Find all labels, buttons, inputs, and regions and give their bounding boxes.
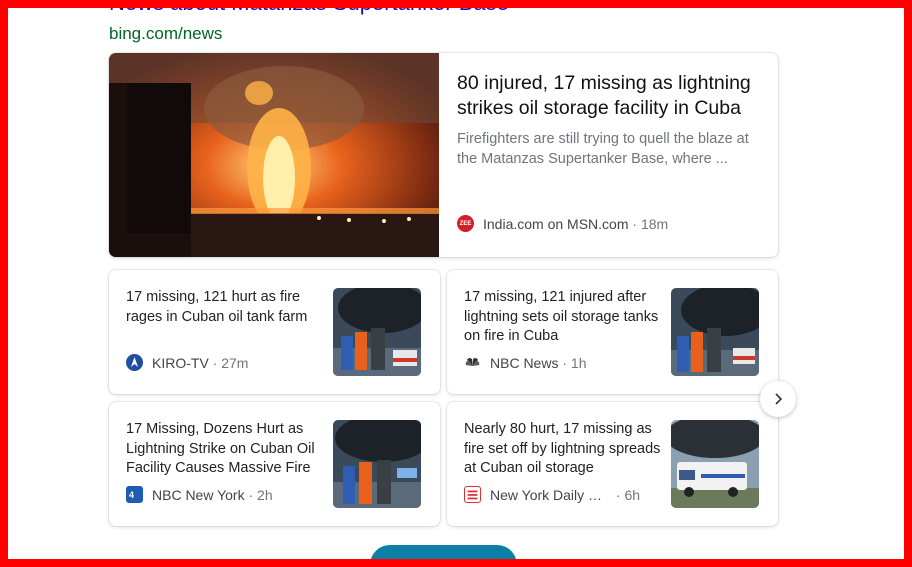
- news-card-headline[interactable]: 17 missing, 121 hurt as fire rages in Cu…: [126, 288, 326, 327]
- firefighters-thumbnail: [333, 288, 421, 376]
- hero-news-card[interactable]: 80 injured, 17 missing as lightning stri…: [109, 53, 778, 257]
- kiro-logo-icon: [126, 354, 143, 371]
- hero-headline[interactable]: 80 injured, 17 missing as lightning stri…: [457, 71, 767, 121]
- see-more-button[interactable]: [370, 545, 517, 567]
- news-card-source: NBC News: [490, 354, 559, 371]
- nbc-new-york-icon: 4: [126, 486, 143, 503]
- news-card-meta: New York Daily News · 6h: [464, 486, 640, 503]
- section-title-link[interactable]: News about Matanzas Supertanker Base: [109, 0, 509, 16]
- news-card-source: New York Daily News: [490, 486, 612, 503]
- news-card-meta: KIRO-TV · 27m: [126, 354, 248, 371]
- carousel-next-button[interactable]: [760, 381, 796, 417]
- daily-news-icon: [464, 486, 481, 503]
- news-card-4[interactable]: Nearly 80 hurt, 17 missing as fire set o…: [447, 402, 778, 526]
- ambulance-thumbnail: [671, 420, 759, 508]
- zee-logo-icon: ZEE: [457, 215, 474, 232]
- hero-time: · 18m: [632, 215, 669, 232]
- hero-source: India.com on MSN.com: [483, 215, 629, 232]
- news-card-1[interactable]: 17 missing, 121 hurt as fire rages in Cu…: [109, 270, 440, 394]
- firefighters-thumbnail: [671, 288, 759, 376]
- source-url[interactable]: bing.com/news: [109, 24, 222, 44]
- news-card-time: · 1h: [562, 354, 587, 371]
- hero-fire-image: [109, 53, 439, 257]
- hero-meta: ZEE India.com on MSN.com · 18m: [457, 215, 668, 232]
- news-card-headline[interactable]: 17 Missing, Dozens Hurt as Lightning Str…: [126, 420, 326, 479]
- hero-snippet: Firefighters are still trying to quell t…: [457, 131, 749, 167]
- chevron-right-icon: [775, 393, 783, 405]
- news-card-source: NBC New York: [152, 486, 245, 503]
- news-card-headline[interactable]: Nearly 80 hurt, 17 missing as fire set o…: [464, 420, 664, 479]
- news-card-3[interactable]: 17 Missing, Dozens Hurt as Lightning Str…: [109, 402, 440, 526]
- news-card-time: · 6h: [615, 486, 641, 503]
- news-card-meta: NBC News · 1h: [464, 354, 587, 371]
- nbc-peacock-icon: [465, 358, 480, 366]
- news-card-source: KIRO-TV: [152, 354, 209, 371]
- svg-text:4: 4: [129, 490, 134, 500]
- firefighters-thumbnail: [333, 420, 421, 508]
- news-card-headline[interactable]: 17 missing, 121 injured after lightning …: [464, 288, 664, 347]
- news-card-time: · 27m: [212, 354, 249, 371]
- news-card-time: · 2h: [248, 486, 273, 503]
- news-card-meta: 4 NBC New York · 2h: [126, 486, 273, 503]
- news-card-2[interactable]: 17 missing, 121 injured after lightning …: [447, 270, 778, 394]
